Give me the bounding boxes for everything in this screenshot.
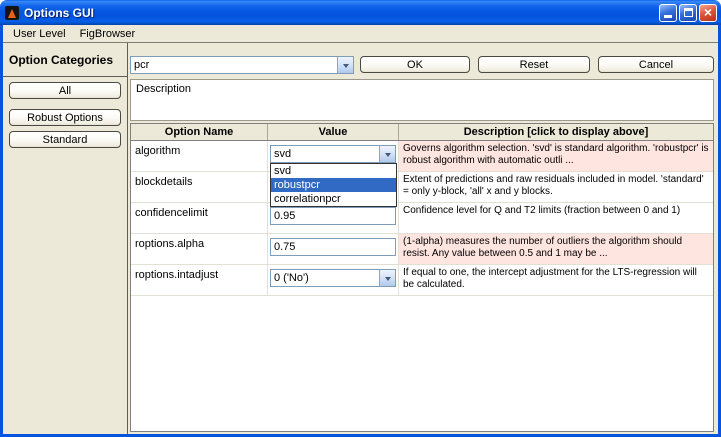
- window-controls: ×: [659, 3, 717, 22]
- option-name-cell: blockdetails: [131, 172, 268, 202]
- option-name-cell: confidencelimit: [131, 203, 268, 233]
- table-row-roptions-alpha: roptions.alpha (1-alpha) measures the nu…: [131, 234, 713, 265]
- description-panel: Description: [130, 79, 714, 121]
- maximize-button[interactable]: [679, 3, 697, 22]
- menu-figbrowser[interactable]: FigBrowser: [73, 27, 143, 41]
- column-header-description: Description [click to display above]: [463, 126, 649, 138]
- content-area: Option Categories All Robust Options Sta…: [3, 43, 718, 434]
- category-button-group: All Robust Options Standard: [3, 77, 127, 158]
- roptions-intadjust-value: 0 ('No'): [274, 272, 309, 284]
- column-header-option-name: Option Name: [131, 124, 268, 140]
- options-gui-window: Options GUI × User Level FigBrowser Opti…: [0, 0, 721, 437]
- description-label: Description: [136, 83, 192, 95]
- option-description-cell[interactable]: If equal to one, the intercept adjustmen…: [399, 265, 713, 295]
- roptions-intadjust-value-combobox[interactable]: 0 ('No'): [270, 269, 396, 287]
- chevron-down-icon[interactable]: [379, 270, 395, 286]
- category-robust-options-button[interactable]: Robust Options: [9, 109, 121, 126]
- category-all-button[interactable]: All: [9, 82, 121, 99]
- option-description-cell[interactable]: Governs algorithm selection. 'svd' is st…: [399, 141, 713, 171]
- window-frame: User Level FigBrowser Option Categories …: [0, 25, 721, 437]
- option-set-combobox[interactable]: pcr: [130, 56, 354, 74]
- option-description-cell[interactable]: (1-alpha) measures the number of outlier…: [399, 234, 713, 264]
- column-header-value: Value: [268, 124, 399, 140]
- option-description-cell[interactable]: Confidence level for Q and T2 limits (fr…: [399, 203, 713, 233]
- chevron-down-icon[interactable]: [337, 57, 353, 73]
- algorithm-dropdown-list: svd robustpcr correlationpcr: [270, 163, 397, 207]
- algorithm-value: svd: [274, 148, 292, 160]
- dropdown-option-svd[interactable]: svd: [271, 164, 396, 178]
- option-categories-header: Option Categories: [3, 43, 127, 77]
- options-table: Option Name Value Description [click to …: [130, 123, 714, 432]
- table-row-algorithm: algorithm svd Governs algorithm selectio…: [131, 141, 713, 172]
- close-icon: ×: [703, 4, 713, 20]
- algorithm-value-combobox[interactable]: svd: [270, 145, 396, 163]
- option-value-cell: 0 ('No'): [268, 265, 399, 295]
- category-standard-button[interactable]: Standard: [9, 131, 121, 148]
- main-panel: pcr OK Reset Cancel Description Option N…: [128, 43, 718, 434]
- option-description-cell[interactable]: Extent of predictions and raw residuals …: [399, 172, 713, 202]
- menu-user-level[interactable]: User Level: [6, 27, 73, 41]
- app-icon: [5, 5, 19, 20]
- chevron-down-icon[interactable]: [379, 146, 395, 162]
- table-header-row: Option Name Value Description [click to …: [131, 124, 713, 141]
- table-row-roptions-intadjust: roptions.intadjust 0 ('No') If equal to …: [131, 265, 713, 296]
- option-name-cell: algorithm: [131, 141, 268, 171]
- minimize-icon: [664, 14, 672, 18]
- roptions-alpha-value-field[interactable]: [270, 238, 396, 256]
- option-name-cell: roptions.alpha: [131, 234, 268, 264]
- table-row-confidencelimit: confidencelimit Confidence level for Q a…: [131, 203, 713, 234]
- option-name-cell: roptions.intadjust: [131, 265, 268, 295]
- dropdown-option-correlationpcr[interactable]: correlationpcr: [271, 192, 396, 206]
- option-value-cell: [268, 234, 399, 264]
- window-title: Options GUI: [24, 5, 94, 20]
- cancel-button[interactable]: Cancel: [598, 56, 714, 73]
- dropdown-option-robustpcr[interactable]: robustpcr: [271, 178, 396, 192]
- option-set-value: pcr: [134, 59, 150, 71]
- ok-button[interactable]: OK: [360, 56, 470, 73]
- maximize-icon: [683, 8, 693, 17]
- close-button[interactable]: ×: [699, 3, 717, 22]
- minimize-button[interactable]: [659, 3, 677, 22]
- table-row-blockdetails: blockdetails Extent of predictions and r…: [131, 172, 713, 203]
- confidencelimit-value-field[interactable]: [270, 207, 396, 225]
- option-value-cell: [268, 203, 399, 233]
- titlebar[interactable]: Options GUI ×: [0, 0, 721, 25]
- reset-button[interactable]: Reset: [478, 56, 590, 73]
- menubar: User Level FigBrowser: [3, 25, 718, 43]
- option-categories-panel: Option Categories All Robust Options Sta…: [3, 43, 128, 434]
